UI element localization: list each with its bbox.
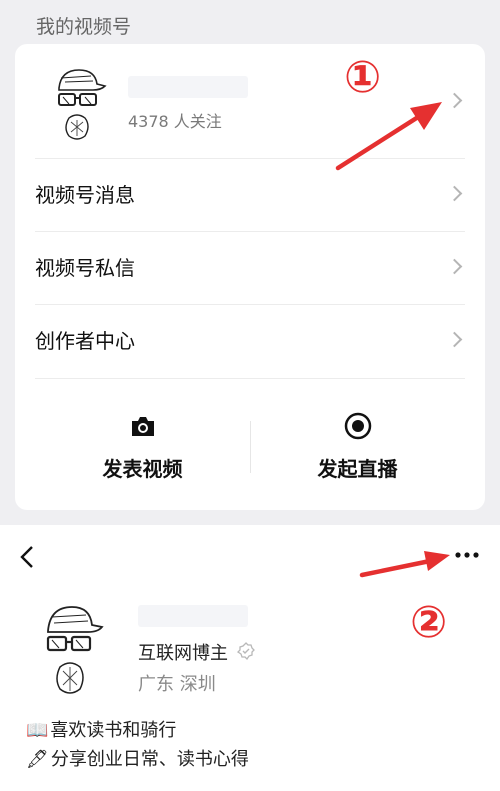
- back-arrow-icon[interactable]: [14, 543, 42, 571]
- channel-name-redacted: [128, 76, 248, 98]
- my-channels-area: 我的视频号 4378 人关注 视频号消息 视频号私信 创作者中心 发表视频 发起…: [0, 0, 500, 525]
- menu-item-creator-center[interactable]: 创作者中心: [35, 304, 465, 376]
- post-video-button[interactable]: 发表视频: [35, 379, 250, 511]
- pen-icon: 🖋: [26, 749, 49, 770]
- start-live-label: 发起直播: [317, 457, 398, 481]
- menu-item-label: 视频号私信: [35, 256, 135, 280]
- annotation-marker-2: ②: [410, 597, 448, 648]
- channel-name-redacted: [138, 605, 248, 627]
- follower-count: 4378 人关注: [128, 112, 222, 131]
- menu-item-label: 视频号消息: [35, 183, 135, 207]
- chevron-right-icon: [446, 331, 463, 348]
- channel-page-header: ② 互联网博主 广东 深圳 📖 喜欢读书和骑行 🖋 分享创业日常、读书心得: [0, 525, 500, 791]
- book-icon: 📖: [26, 720, 49, 741]
- bio-text: 分享创业日常、读书心得: [50, 749, 249, 770]
- channel-actions: 发表视频 发起直播: [35, 378, 465, 510]
- channel-avatar: [46, 606, 104, 694]
- more-icon[interactable]: [454, 545, 480, 565]
- channel-title: 互联网博主: [138, 643, 228, 664]
- section-title: 我的视频号: [36, 16, 132, 38]
- channel-location: 广东 深圳: [138, 674, 216, 695]
- camera-icon: [132, 417, 154, 436]
- chevron-right-icon: [446, 185, 463, 202]
- menu-item-channel-private-messages[interactable]: 视频号私信: [35, 231, 465, 303]
- chevron-right-icon: [446, 258, 463, 275]
- menu-item-label: 创作者中心: [35, 329, 135, 353]
- annotation-arrow-2: [359, 551, 450, 578]
- start-live-button[interactable]: 发起直播: [250, 379, 465, 511]
- bio-line-2: 🖋 分享创业日常、读书心得: [26, 745, 249, 771]
- verified-icon: [236, 642, 255, 661]
- bio-line-1: 📖 喜欢读书和骑行: [26, 716, 176, 742]
- annotation-arrow-1: [335, 102, 442, 171]
- avatar: [58, 69, 107, 140]
- bio-text: 喜欢读书和骑行: [50, 720, 177, 741]
- post-video-label: 发表视频: [102, 457, 183, 481]
- record-icon: [344, 412, 372, 440]
